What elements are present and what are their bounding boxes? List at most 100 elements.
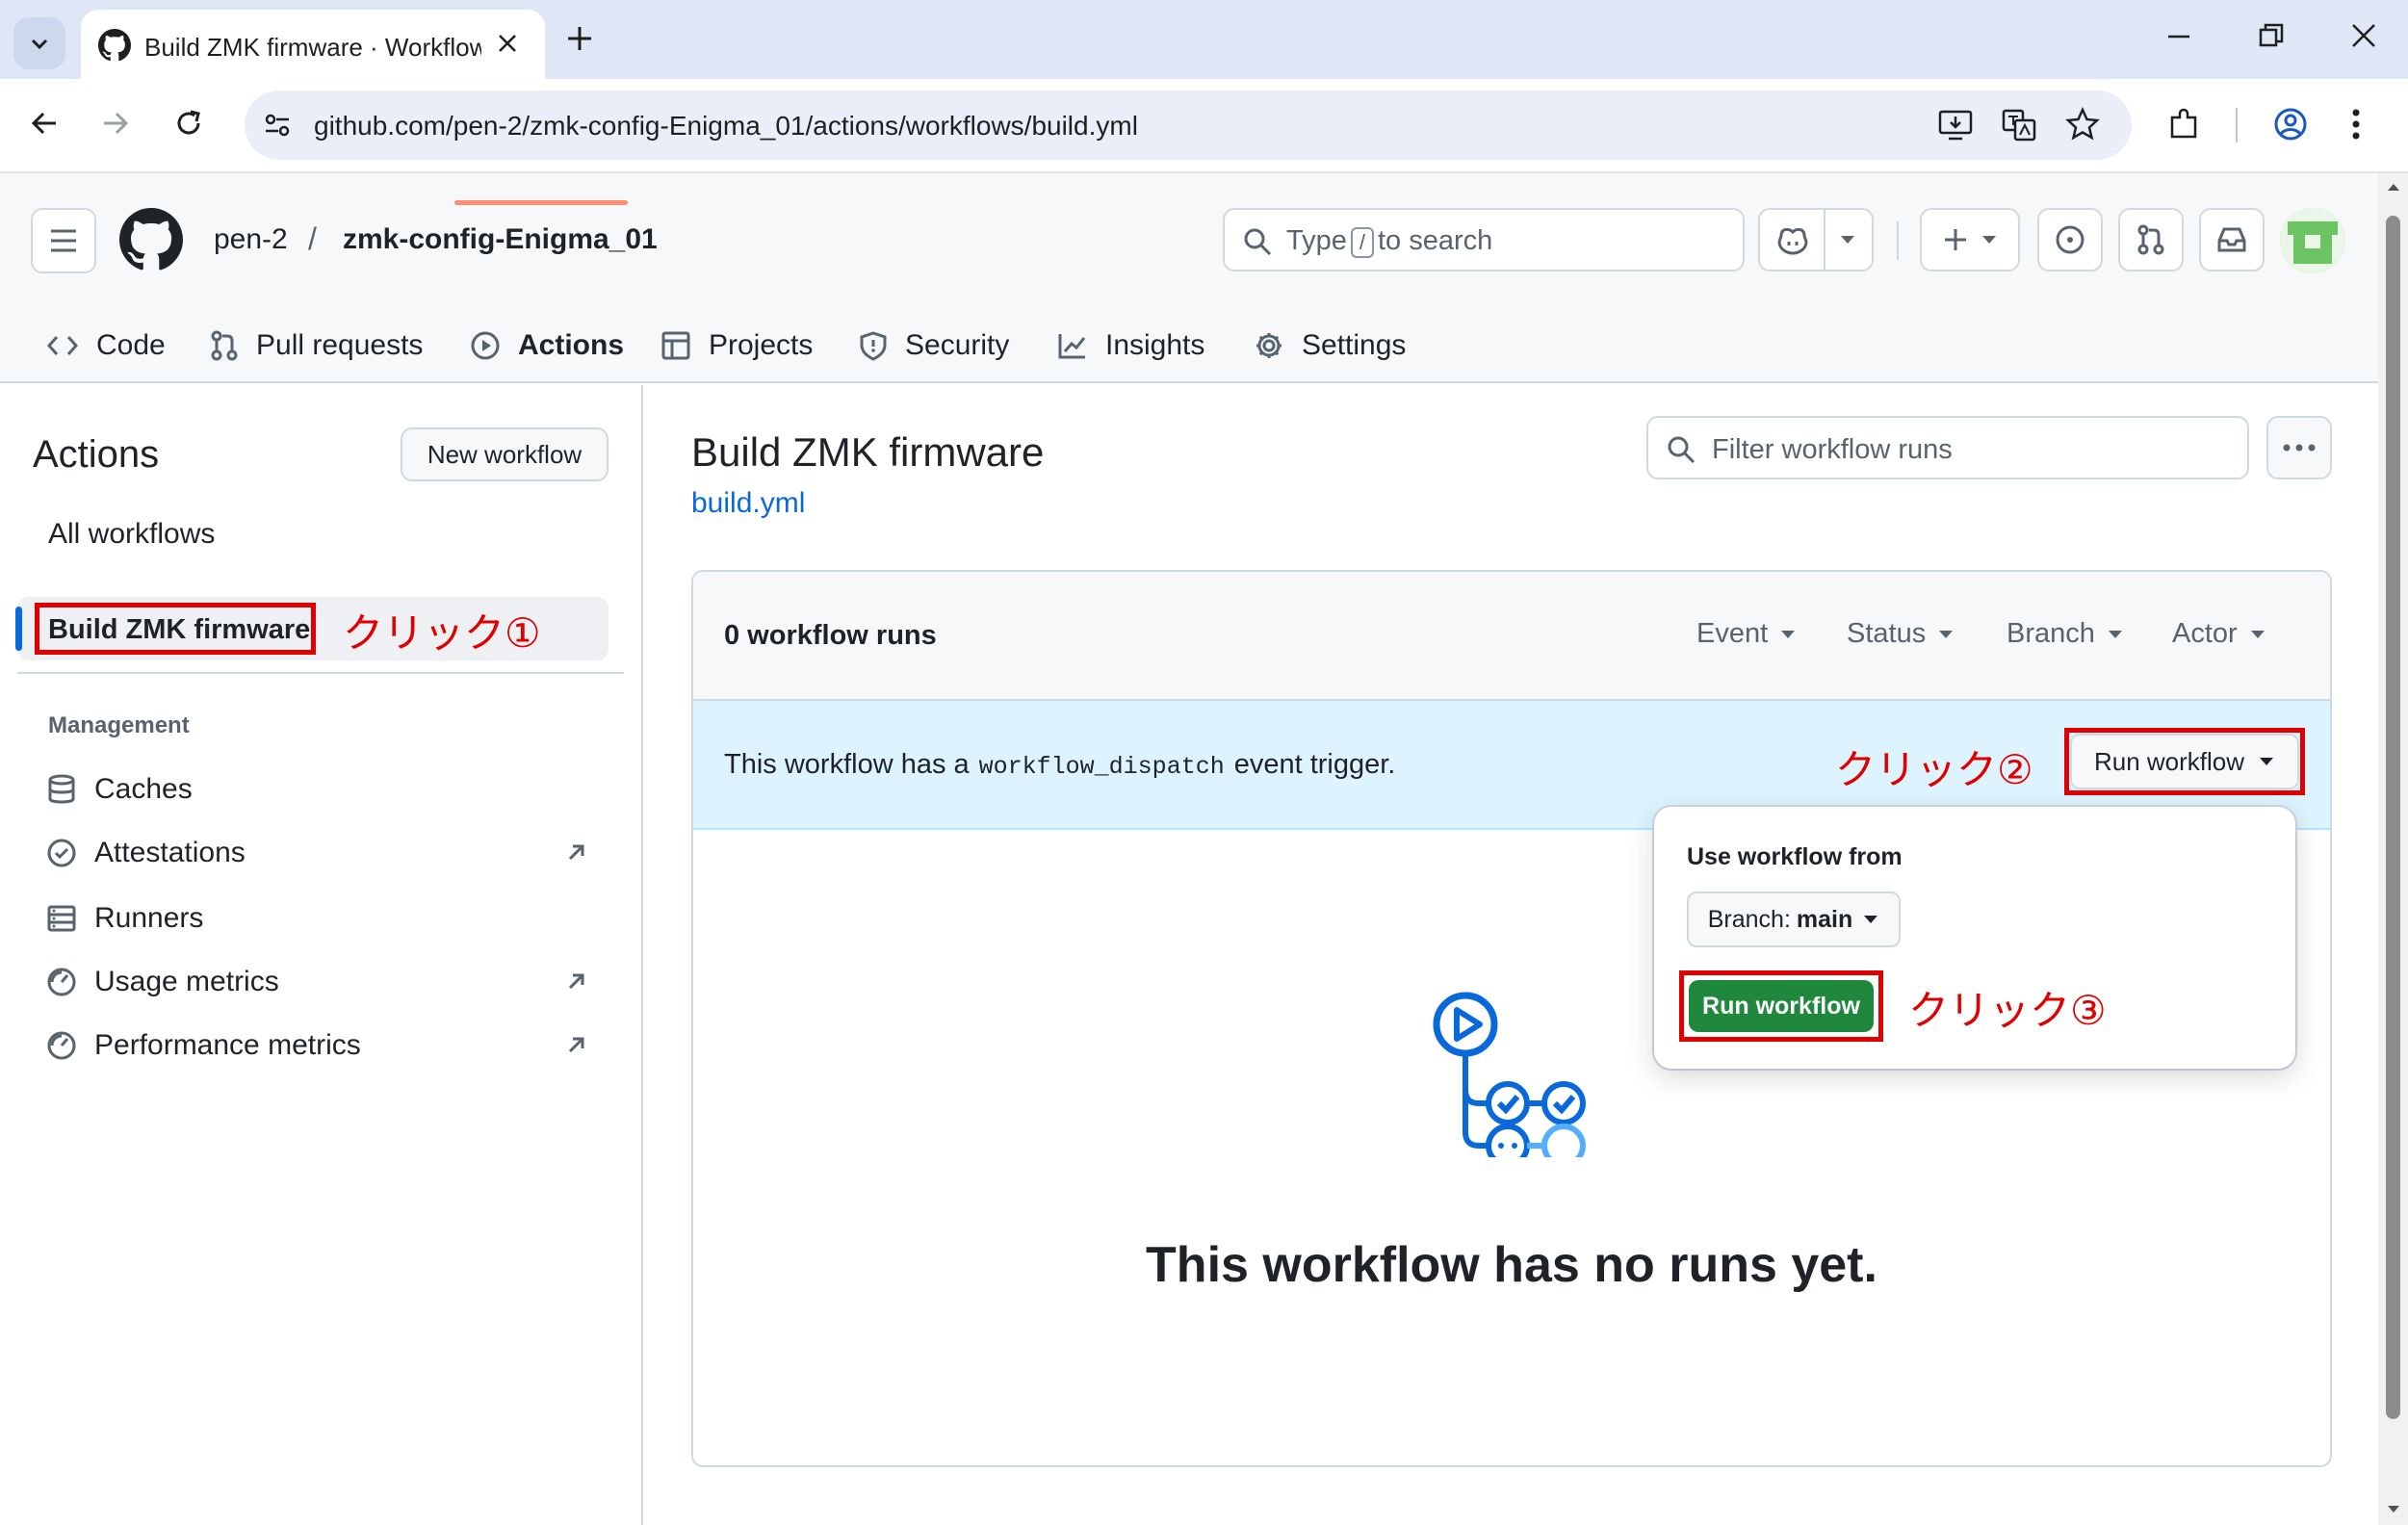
search-icon [1242,226,1273,257]
management-heading: Management [48,712,190,738]
tab-projects[interactable]: Projects [660,308,813,383]
click1-annotation: クリック① [343,609,541,657]
tab-actions-label: Actions [518,329,625,361]
triangle-down-icon [1982,236,1996,244]
tab-settings[interactable]: Settings [1254,308,1406,383]
close-window-icon[interactable] [2349,21,2378,50]
address-bar[interactable]: github.com/pen-2/zmk-config-Enigma_01/ac… [245,90,2132,160]
sidebar-border [641,385,643,1525]
runs-header: 0 workflow runs Event Status Branch Acto… [693,572,2330,701]
back-arrow-icon[interactable] [27,106,62,141]
tab-pull-requests[interactable]: Pull requests [210,308,423,383]
tab-title: Build ZMK firmware · Workflow [144,33,481,62]
scroll-down-arrow-icon[interactable] [2386,1504,2401,1515]
attestations-label: Attestations [94,837,246,868]
click3-annotation: クリック③ [1908,987,2107,1034]
shield-icon [860,331,887,361]
branch-select-button[interactable]: Branch: main [1687,892,1901,947]
user-avatar[interactable] [2280,208,2345,273]
meter-icon [47,1031,76,1060]
workflow-file-link[interactable]: build.yml [691,487,805,520]
new-workflow-button[interactable]: New workflow [401,427,608,481]
sidebar-item-usage-metrics[interactable]: Usage metrics [46,961,279,1003]
new-tab-icon[interactable] [564,23,595,54]
filter-status-label: Status [1847,618,1927,649]
minimize-icon[interactable] [2164,21,2193,50]
tab-security[interactable]: Security [859,308,1009,383]
pull-request-icon [2137,224,2164,255]
filter-actor[interactable]: Actor [2172,618,2266,650]
triangle-down-icon [1841,236,1854,244]
scrollbar-thumb[interactable] [2386,216,2400,1419]
chevron-down-icon [31,39,48,50]
copilot-button[interactable] [1758,208,1874,271]
filter-placeholder: Filter workflow runs [1712,434,1953,465]
inbox-button[interactable] [2199,208,2265,271]
repo-owner-link[interactable]: pen-2 [214,223,288,256]
tab-code-label: Code [96,329,166,361]
filter-actor-label: Actor [2172,618,2238,649]
github-logo-icon[interactable] [119,208,183,271]
tab-code[interactable]: Code [46,308,166,383]
runs-count: 0 workflow runs [724,620,937,651]
sidebar-item-caches[interactable]: Caches [46,768,193,811]
forward-arrow-icon[interactable] [98,106,133,141]
more-options-button[interactable] [2266,416,2332,479]
code-icon [46,336,79,355]
filter-branch-label: Branch [2007,618,2095,649]
sidebar-item-runners[interactable]: Runners [46,897,203,940]
tab-settings-label: Settings [1302,329,1407,361]
browser-toolbar: github.com/pen-2/zmk-config-Enigma_01/ac… [0,79,2408,173]
tab-search-button[interactable] [13,17,65,69]
install-app-icon[interactable] [1937,108,1974,142]
sidebar-title: Actions [33,433,160,476]
site-info-icon[interactable] [260,108,295,142]
all-workflows-link[interactable]: All workflows [48,518,215,551]
url-text: github.com/pen-2/zmk-config-Enigma_01/ac… [314,111,1138,141]
repo-name-link[interactable]: zmk-config-Enigma_01 [343,223,658,256]
pull-requests-button[interactable] [2118,208,2184,271]
global-menu-button[interactable] [31,208,96,273]
tab-pull-requests-label: Pull requests [256,329,424,361]
filter-branch[interactable]: Branch [2007,618,2124,650]
tab-projects-label: Projects [709,329,814,361]
restore-icon[interactable] [2257,21,2286,50]
page-scrollbar[interactable] [2378,173,2408,1525]
actions-tab-underline [454,200,628,205]
create-new-button[interactable] [1920,208,2020,271]
bookmark-star-icon[interactable] [2064,106,2101,142]
filter-status[interactable]: Status [1847,618,1955,650]
filter-event[interactable]: Event [1696,618,1797,650]
scroll-up-arrow-icon[interactable] [2386,181,2401,193]
header-divider [1897,221,1899,260]
sidebar-divider [17,672,624,674]
sidebar-item-attestations[interactable]: Attestations [46,832,246,874]
reload-icon[interactable] [171,106,206,141]
play-icon [471,331,500,360]
profile-icon[interactable] [2272,106,2309,142]
repo-nav: Code Pull requests Actions Projects Secu… [0,308,1541,383]
tab-insights[interactable]: Insights [1057,308,1204,383]
global-search-input[interactable]: Type / to search [1223,208,1745,271]
extensions-icon[interactable] [2166,106,2203,142]
browser-tab[interactable]: Build ZMK firmware · Workflow [81,10,545,79]
tab-close-icon[interactable] [495,31,520,56]
browser-tabstrip: Build ZMK firmware · Workflow [0,0,2408,79]
issues-button[interactable] [2037,208,2103,271]
hamburger-icon [51,229,76,252]
translate-icon[interactable] [2001,108,2037,142]
sidebar-item-performance-metrics[interactable]: Performance metrics [46,1024,361,1067]
click3-highlight-box [1679,970,1883,1042]
search-placeholder: Type / to search [1286,225,1493,258]
filter-workflow-runs-input[interactable]: Filter workflow runs [1646,416,2249,479]
external-link-arrow-icon [566,970,587,992]
graph-icon [1058,334,1086,359]
table-icon [661,331,690,360]
browser-menu-icon[interactable] [2349,106,2363,142]
performance-metrics-label: Performance metrics [94,1029,361,1061]
popover-title: Use workflow from [1687,843,1903,870]
tab-actions[interactable]: Actions [470,308,624,383]
search-icon [1666,434,1696,465]
issue-opened-icon [2056,225,2084,254]
tab-insights-label: Insights [1105,329,1205,361]
